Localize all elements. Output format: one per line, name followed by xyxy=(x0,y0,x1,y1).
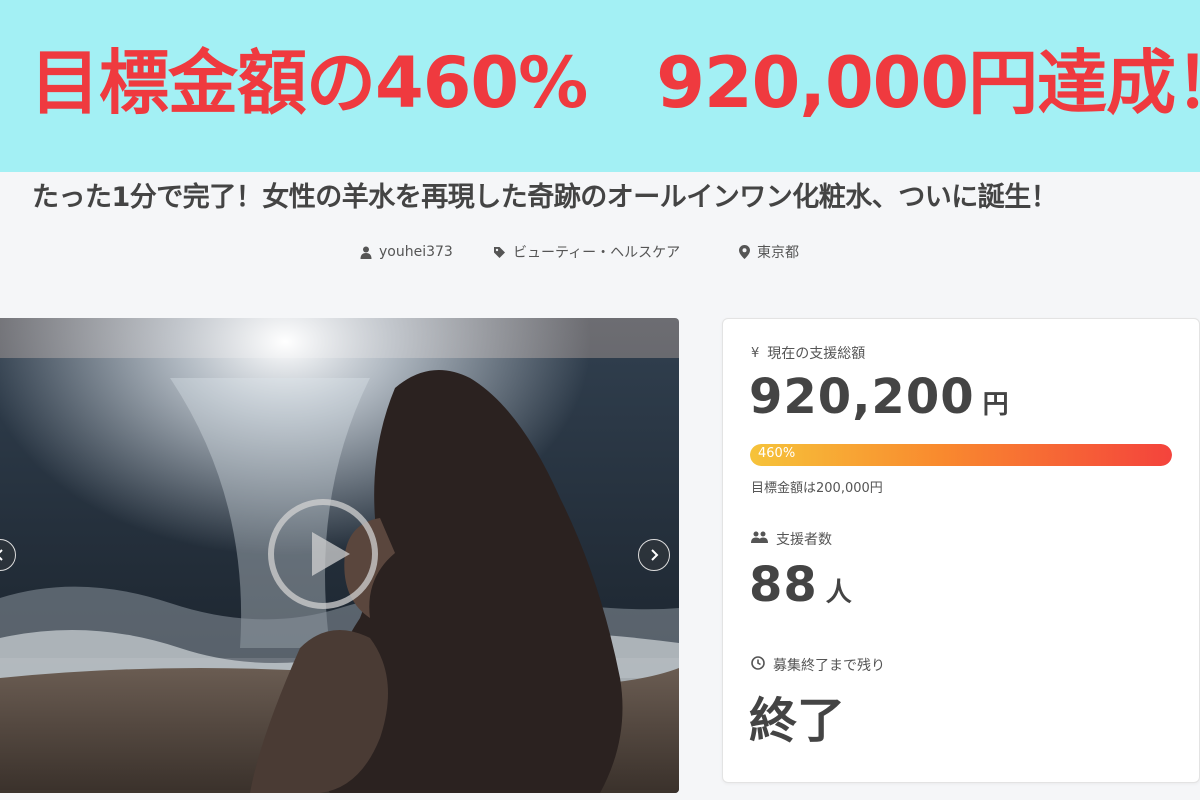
supporters-label-row: 支援者数 xyxy=(751,529,832,549)
yen-icon: ¥ xyxy=(751,345,760,361)
tag-icon xyxy=(493,246,506,259)
amount-value: 920,200 xyxy=(749,369,975,425)
meta-owner[interactable]: youhei373 xyxy=(360,240,453,264)
supporters-value-row: 88 人 xyxy=(749,557,852,613)
location-name: 東京都 xyxy=(757,245,799,261)
amount-label: 現在の支援総額 xyxy=(767,346,866,362)
amount-label-row: ¥ 現在の支援総額 xyxy=(751,343,865,363)
chevron-left-icon xyxy=(0,549,3,561)
category-name: ビューティー・ヘルスケア xyxy=(513,245,681,261)
project-title: たった1分で完了！女性の羊水を再現した奇跡のオールインワン化粧水、ついに誕生！ xyxy=(32,182,1058,213)
supporters-unit: 人 xyxy=(825,578,852,608)
users-icon xyxy=(751,531,768,547)
play-icon xyxy=(312,532,350,576)
funding-stats-card: ¥ 現在の支援総額 920,200 円 460% 目標金額は200,000円 支… xyxy=(722,318,1200,783)
achievement-banner: 目標金額の460% 920,000円達成！ xyxy=(0,0,1200,172)
amount-value-row: 920,200 円 xyxy=(749,369,1009,425)
project-media-slider[interactable] xyxy=(0,318,679,793)
slider-next-button[interactable] xyxy=(638,539,670,571)
meta-category[interactable]: ビューティー・ヘルスケア xyxy=(493,240,680,264)
progress-fill: 460% xyxy=(750,444,1172,466)
clock-icon xyxy=(751,656,765,674)
user-icon xyxy=(360,246,372,259)
video-play-button[interactable] xyxy=(268,499,378,609)
chevron-right-icon xyxy=(651,549,659,561)
supporters-label: 支援者数 xyxy=(776,532,832,548)
owner-name: youhei373 xyxy=(379,244,453,260)
banner-headline: 目標金額の460% 920,000円達成！ xyxy=(30,42,1200,124)
remaining-label: 募集終了まで残り xyxy=(773,658,885,674)
supporters-value: 88 xyxy=(749,557,818,613)
meta-location[interactable]: 東京都 xyxy=(739,240,799,264)
progress-percent: 460% xyxy=(758,446,796,461)
remaining-label-row: 募集終了まで残り xyxy=(751,655,885,675)
remaining-value: 終了 xyxy=(749,693,846,749)
progress-bar: 460% xyxy=(750,444,1172,466)
map-pin-icon xyxy=(739,245,750,259)
amount-unit: 円 xyxy=(982,390,1009,420)
goal-amount-text: 目標金額は200,000円 xyxy=(751,481,883,496)
